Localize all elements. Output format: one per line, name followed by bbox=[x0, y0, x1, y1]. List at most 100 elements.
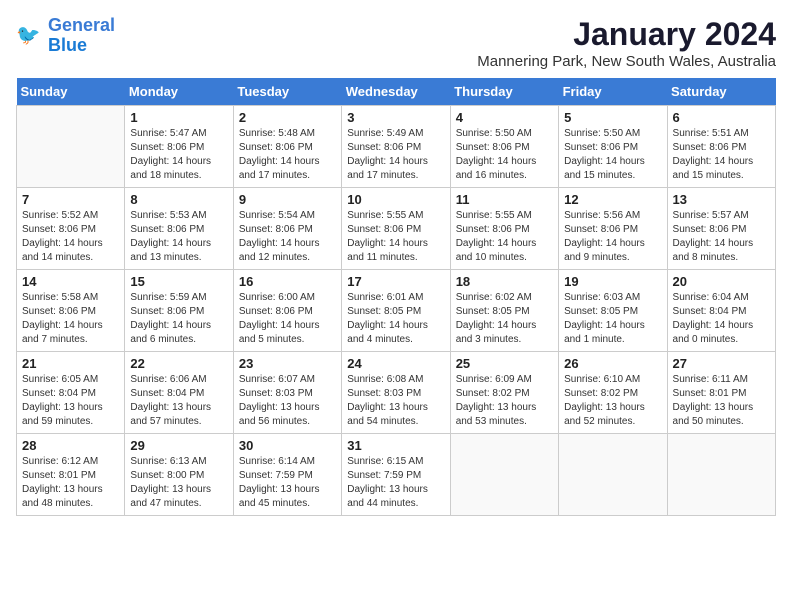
calendar-week-row: 7Sunrise: 5:52 AM Sunset: 8:06 PM Daylig… bbox=[17, 188, 776, 270]
day-number: 8 bbox=[130, 192, 227, 207]
logo-text: GeneralBlue bbox=[48, 16, 115, 56]
weekday-header: Tuesday bbox=[233, 78, 341, 106]
calendar-cell: 3Sunrise: 5:49 AM Sunset: 8:06 PM Daylig… bbox=[342, 106, 450, 188]
day-info: Sunrise: 6:09 AM Sunset: 8:02 PM Dayligh… bbox=[456, 373, 553, 429]
calendar-header-row: SundayMondayTuesdayWednesdayThursdayFrid… bbox=[17, 78, 776, 106]
day-number: 16 bbox=[239, 274, 336, 289]
day-number: 25 bbox=[456, 356, 553, 371]
day-number: 29 bbox=[130, 438, 227, 453]
calendar-cell: 18 Sunrise: 6:02 AM Sunset: 8:05 PM Dayli… bbox=[450, 270, 558, 352]
day-number: 31 bbox=[347, 438, 444, 453]
day-info: Sunrise: 5:56 AM Sunset: 8:06 PM Dayligh… bbox=[564, 209, 661, 265]
day-info: Sunrise: 6:00 AM Sunset: 8:06 PM Dayligh… bbox=[239, 291, 336, 347]
calendar-week-row: 1 Sunrise: 5:47 AM Sunset: 8:06 PM Daylig… bbox=[17, 106, 776, 188]
weekday-header: Saturday bbox=[667, 78, 775, 106]
day-info: Sunrise: 5:58 AM Sunset: 8:06 PM Dayligh… bbox=[22, 291, 119, 347]
calendar-table: SundayMondayTuesdayWednesdayThursdayFrid… bbox=[16, 78, 776, 516]
day-info: Sunrise: 5:49 AM Sunset: 8:06 PM Dayligh… bbox=[347, 127, 444, 183]
day-number: 5 bbox=[564, 110, 661, 125]
day-number: 27 bbox=[673, 356, 770, 371]
calendar-cell: 2Sunrise: 5:48 AM Sunset: 8:06 PM Daylig… bbox=[233, 106, 341, 188]
calendar-cell: 21 Sunrise: 6:05 AM Sunset: 8:04 PM Dayli… bbox=[17, 352, 125, 434]
calendar-cell: 20 Sunrise: 6:04 AM Sunset: 8:04 PM Dayli… bbox=[667, 270, 775, 352]
day-info: Sunrise: 5:50 AM Sunset: 8:06 PM Dayligh… bbox=[564, 127, 661, 183]
month-title: January 2024 bbox=[477, 16, 776, 53]
day-number: 12 bbox=[564, 192, 661, 207]
calendar-week-row: 21 Sunrise: 6:05 AM Sunset: 8:04 PM Dayli… bbox=[17, 352, 776, 434]
calendar-cell: 5 Sunrise: 5:50 AM Sunset: 8:06 PM Daylig… bbox=[559, 106, 667, 188]
day-number: 18 bbox=[456, 274, 553, 289]
svg-text:🐦: 🐦 bbox=[16, 24, 40, 46]
day-info: Sunrise: 6:05 AM Sunset: 8:04 PM Dayligh… bbox=[22, 373, 119, 429]
calendar-cell: 11Sunrise: 5:55 AM Sunset: 8:06 PM Dayli… bbox=[450, 188, 558, 270]
day-number: 10 bbox=[347, 192, 444, 207]
day-info: Sunrise: 6:14 AM Sunset: 7:59 PM Dayligh… bbox=[239, 455, 336, 511]
day-number: 23 bbox=[239, 356, 336, 371]
day-number: 15 bbox=[130, 274, 227, 289]
day-info: Sunrise: 6:06 AM Sunset: 8:04 PM Dayligh… bbox=[130, 373, 227, 429]
day-info: Sunrise: 6:04 AM Sunset: 8:04 PM Dayligh… bbox=[673, 291, 770, 347]
day-number: 4 bbox=[456, 110, 553, 125]
day-number: 26 bbox=[564, 356, 661, 371]
calendar-cell: 27 Sunrise: 6:11 AM Sunset: 8:01 PM Dayli… bbox=[667, 352, 775, 434]
day-info: Sunrise: 5:53 AM Sunset: 8:06 PM Dayligh… bbox=[130, 209, 227, 265]
day-number: 9 bbox=[239, 192, 336, 207]
calendar-cell: 15 Sunrise: 5:59 AM Sunset: 8:06 PM Dayli… bbox=[125, 270, 233, 352]
calendar-cell: 9 Sunrise: 5:54 AM Sunset: 8:06 PM Daylig… bbox=[233, 188, 341, 270]
day-info: Sunrise: 6:10 AM Sunset: 8:02 PM Dayligh… bbox=[564, 373, 661, 429]
day-info: Sunrise: 6:11 AM Sunset: 8:01 PM Dayligh… bbox=[673, 373, 770, 429]
weekday-header: Monday bbox=[125, 78, 233, 106]
calendar-cell: 26 Sunrise: 6:10 AM Sunset: 8:02 PM Dayli… bbox=[559, 352, 667, 434]
calendar-cell: 30Sunrise: 6:14 AM Sunset: 7:59 PM Dayli… bbox=[233, 434, 341, 516]
day-info: Sunrise: 5:54 AM Sunset: 8:06 PM Dayligh… bbox=[239, 209, 336, 265]
day-number: 21 bbox=[22, 356, 119, 371]
day-number: 19 bbox=[564, 274, 661, 289]
day-info: Sunrise: 6:03 AM Sunset: 8:05 PM Dayligh… bbox=[564, 291, 661, 347]
calendar-cell: 4Sunrise: 5:50 AM Sunset: 8:06 PM Daylig… bbox=[450, 106, 558, 188]
calendar-cell: 24 Sunrise: 6:08 AM Sunset: 8:03 PM Dayli… bbox=[342, 352, 450, 434]
calendar-cell: 23Sunrise: 6:07 AM Sunset: 8:03 PM Dayli… bbox=[233, 352, 341, 434]
day-number: 28 bbox=[22, 438, 119, 453]
day-info: Sunrise: 6:08 AM Sunset: 8:03 PM Dayligh… bbox=[347, 373, 444, 429]
day-info: Sunrise: 5:48 AM Sunset: 8:06 PM Dayligh… bbox=[239, 127, 336, 183]
day-number: 17 bbox=[347, 274, 444, 289]
day-info: Sunrise: 6:01 AM Sunset: 8:05 PM Dayligh… bbox=[347, 291, 444, 347]
calendar-cell: 28 Sunrise: 6:12 AM Sunset: 8:01 PM Dayli… bbox=[17, 434, 125, 516]
calendar-cell: 31 Sunrise: 6:15 AM Sunset: 7:59 PM Dayli… bbox=[342, 434, 450, 516]
weekday-header: Friday bbox=[559, 78, 667, 106]
calendar-cell: 16 Sunrise: 6:00 AM Sunset: 8:06 PM Dayli… bbox=[233, 270, 341, 352]
calendar-cell: 6Sunrise: 5:51 AM Sunset: 8:06 PM Daylig… bbox=[667, 106, 775, 188]
calendar-week-row: 14 Sunrise: 5:58 AM Sunset: 8:06 PM Dayli… bbox=[17, 270, 776, 352]
day-info: Sunrise: 5:51 AM Sunset: 8:06 PM Dayligh… bbox=[673, 127, 770, 183]
calendar-cell: 8 Sunrise: 5:53 AM Sunset: 8:06 PM Daylig… bbox=[125, 188, 233, 270]
calendar-cell bbox=[667, 434, 775, 516]
calendar-cell bbox=[559, 434, 667, 516]
calendar-cell bbox=[17, 106, 125, 188]
calendar-cell: 7Sunrise: 5:52 AM Sunset: 8:06 PM Daylig… bbox=[17, 188, 125, 270]
day-number: 22 bbox=[130, 356, 227, 371]
calendar-week-row: 28 Sunrise: 6:12 AM Sunset: 8:01 PM Dayli… bbox=[17, 434, 776, 516]
day-info: Sunrise: 5:52 AM Sunset: 8:06 PM Dayligh… bbox=[22, 209, 119, 265]
weekday-header: Sunday bbox=[17, 78, 125, 106]
day-info: Sunrise: 5:47 AM Sunset: 8:06 PM Dayligh… bbox=[130, 127, 227, 183]
day-number: 11 bbox=[456, 192, 553, 207]
title-section: January 2024 Mannering Park, New South W… bbox=[477, 16, 776, 70]
day-number: 14 bbox=[22, 274, 119, 289]
calendar-cell: 1 Sunrise: 5:47 AM Sunset: 8:06 PM Daylig… bbox=[125, 106, 233, 188]
calendar-cell: 13Sunrise: 5:57 AM Sunset: 8:06 PM Dayli… bbox=[667, 188, 775, 270]
day-info: Sunrise: 6:02 AM Sunset: 8:05 PM Dayligh… bbox=[456, 291, 553, 347]
day-info: Sunrise: 6:15 AM Sunset: 7:59 PM Dayligh… bbox=[347, 455, 444, 511]
day-number: 24 bbox=[347, 356, 444, 371]
day-number: 20 bbox=[673, 274, 770, 289]
day-number: 1 bbox=[130, 110, 227, 125]
day-info: Sunrise: 6:13 AM Sunset: 8:00 PM Dayligh… bbox=[130, 455, 227, 511]
day-info: Sunrise: 5:59 AM Sunset: 8:06 PM Dayligh… bbox=[130, 291, 227, 347]
weekday-header: Thursday bbox=[450, 78, 558, 106]
day-info: Sunrise: 5:57 AM Sunset: 8:06 PM Dayligh… bbox=[673, 209, 770, 265]
calendar-cell: 12 Sunrise: 5:56 AM Sunset: 8:06 PM Dayli… bbox=[559, 188, 667, 270]
location-subtitle: Mannering Park, New South Wales, Austral… bbox=[477, 53, 776, 70]
logo-icon: 🐦 bbox=[16, 22, 44, 50]
day-info: Sunrise: 6:12 AM Sunset: 8:01 PM Dayligh… bbox=[22, 455, 119, 511]
calendar-cell: 25 Sunrise: 6:09 AM Sunset: 8:02 PM Dayli… bbox=[450, 352, 558, 434]
page-header: 🐦 GeneralBlue January 2024 Mannering Par… bbox=[16, 16, 776, 70]
